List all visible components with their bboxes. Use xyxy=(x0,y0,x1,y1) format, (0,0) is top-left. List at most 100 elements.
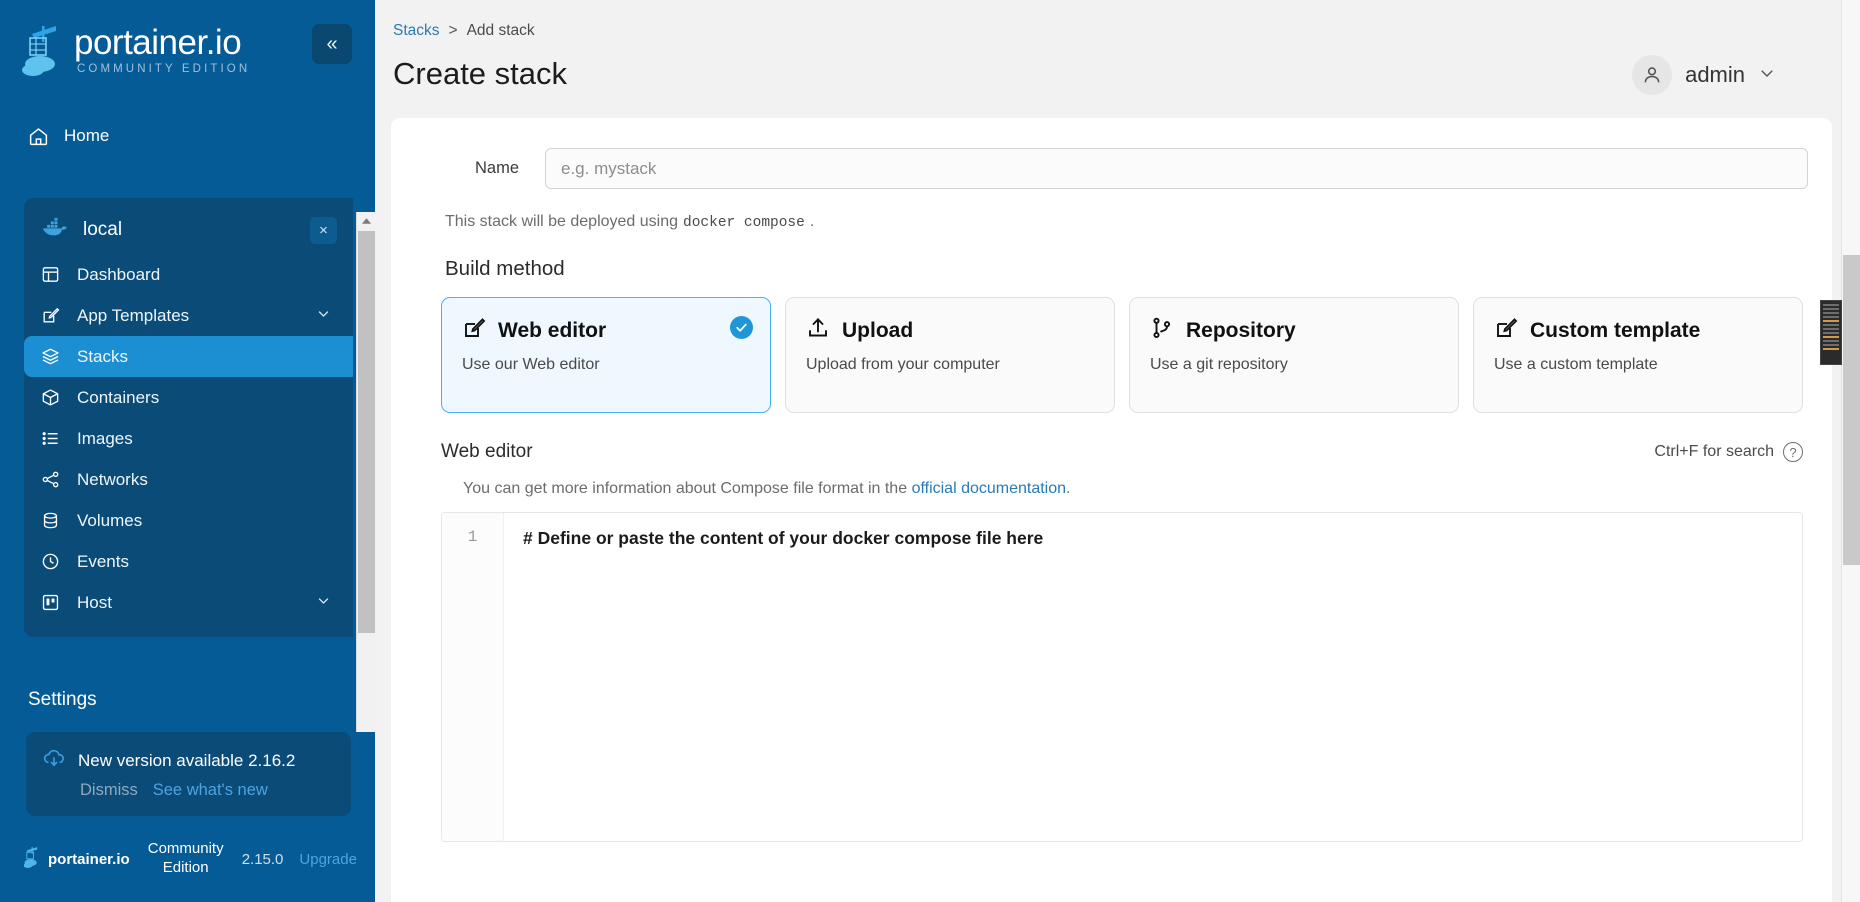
sidebar-item-label: Host xyxy=(77,593,112,613)
page-scrollbar[interactable] xyxy=(1841,0,1860,902)
sidebar-item-app-templates[interactable]: App Templates xyxy=(24,295,353,336)
note-prefix: You can get more information about Compo… xyxy=(463,480,907,497)
brand-title: portainer.io xyxy=(74,25,250,60)
sidebar-item-images[interactable]: Images xyxy=(24,418,353,459)
git-branch-icon xyxy=(1150,316,1174,345)
build-method-title: Build method xyxy=(415,257,1808,281)
version-update-card: New version available 2.16.2 Dismiss See… xyxy=(26,732,351,816)
user-avatar-icon xyxy=(1632,55,1672,95)
code-line-content: # Define or paste the content of your do… xyxy=(523,528,1802,549)
cloud-download-icon xyxy=(42,746,66,775)
selected-check-icon xyxy=(730,316,753,339)
build-method-options: Web editor Use our Web editor xyxy=(415,297,1808,413)
deploy-hint-prefix: This stack will be deployed using xyxy=(445,213,678,231)
code-editor[interactable]: 1 # Define or paste the content of your … xyxy=(441,512,1803,842)
sidebar-item-networks[interactable]: Networks xyxy=(24,459,353,500)
deploy-hint-suffix: . xyxy=(810,213,814,231)
sidebar-item-label: Volumes xyxy=(77,511,142,531)
breadcrumb: Stacks > Add stack xyxy=(393,22,567,40)
upload-icon xyxy=(806,316,830,345)
search-shortcut-hint: Ctrl+F for search xyxy=(1654,443,1774,461)
stack-name-input[interactable] xyxy=(545,148,1808,189)
sidebar-scroll-region: Home xyxy=(0,100,375,732)
build-method-description: Use a git repository xyxy=(1150,356,1438,374)
brand-header: portainer.io COMMUNITY EDITION « xyxy=(0,0,375,100)
scrollbar-up-arrow-icon[interactable] xyxy=(357,212,375,230)
build-method-upload[interactable]: Upload Upload from your computer xyxy=(785,297,1115,413)
create-stack-panel: Name This stack will be deployed using d… xyxy=(391,118,1832,902)
sidebar-collapse-button[interactable]: « xyxy=(312,24,352,64)
see-whats-new-link[interactable]: See what's new xyxy=(153,781,268,800)
sidebar-scrollbar-thumb[interactable] xyxy=(358,231,375,633)
line-number: 1 xyxy=(442,528,503,546)
sidebar-item-volumes[interactable]: Volumes xyxy=(24,500,353,541)
breadcrumb-stacks-link[interactable]: Stacks xyxy=(393,22,440,40)
environment-block: local × Dashboard xyxy=(24,198,353,637)
chevron-down-icon[interactable] xyxy=(316,306,331,326)
page-title: Create stack xyxy=(393,56,567,92)
user-menu[interactable]: admin xyxy=(1632,22,1800,112)
sidebar: portainer.io COMMUNITY EDITION « Home xyxy=(0,0,375,902)
build-method-title: Web editor xyxy=(498,319,606,343)
trello-board-icon xyxy=(41,593,73,612)
layers-icon xyxy=(41,347,73,366)
chevron-down-icon[interactable] xyxy=(1758,64,1776,87)
sidebar-item-home[interactable]: Home xyxy=(12,114,341,158)
sidebar-item-events[interactable]: Events xyxy=(24,541,353,582)
home-icon xyxy=(28,126,58,147)
code-gutter: 1 xyxy=(442,513,504,841)
cube-icon xyxy=(41,388,73,407)
environment-name: local xyxy=(83,219,122,241)
code-editor-body[interactable]: # Define or paste the content of your do… xyxy=(504,513,1802,841)
sidebar-item-label: Events xyxy=(77,552,129,572)
environment-header[interactable]: local × xyxy=(24,206,353,254)
database-icon xyxy=(41,511,73,530)
top-bar: Stacks > Add stack Create stack admin xyxy=(375,0,1860,112)
sidebar-item-label: Stacks xyxy=(77,347,128,367)
clock-icon xyxy=(41,552,73,571)
sidebar-scrollbar[interactable] xyxy=(356,212,375,732)
build-method-web-editor[interactable]: Web editor Use our Web editor xyxy=(441,297,771,413)
web-editor-section: Web editor Ctrl+F for search ? You can g… xyxy=(415,441,1808,842)
sidebar-item-host[interactable]: Host xyxy=(24,582,353,623)
sidebar-item-label: Home xyxy=(64,126,109,146)
sidebar-item-dashboard[interactable]: Dashboard xyxy=(24,254,353,295)
footer-version: 2.15.0 xyxy=(242,851,284,868)
stack-name-row: Name xyxy=(415,148,1808,189)
dashboard-icon xyxy=(41,265,73,284)
breadcrumb-separator: > xyxy=(449,22,458,40)
page-scrollbar-thumb[interactable] xyxy=(1843,255,1860,565)
footer-brand: portainer.io xyxy=(24,845,130,874)
build-method-title: Custom template xyxy=(1530,319,1700,343)
breadcrumb-current: Add stack xyxy=(467,22,535,40)
environment-close-button[interactable]: × xyxy=(310,217,337,244)
brand-subtitle: COMMUNITY EDITION xyxy=(74,64,250,76)
build-method-custom-template[interactable]: Custom template Use a custom template xyxy=(1473,297,1803,413)
build-method-repository[interactable]: Repository Use a git repository xyxy=(1129,297,1459,413)
edit-square-icon xyxy=(462,316,486,345)
build-method-description: Use our Web editor xyxy=(462,356,750,374)
network-share-icon xyxy=(41,470,73,489)
build-method-title: Upload xyxy=(842,319,913,343)
question-circle-icon[interactable]: ? xyxy=(1783,442,1803,462)
chevron-down-icon[interactable] xyxy=(316,593,331,613)
code-minimap[interactable] xyxy=(1820,300,1842,365)
sidebar-section-settings[interactable]: Settings xyxy=(0,689,353,711)
sidebar-item-label: Images xyxy=(77,429,133,449)
dismiss-update-link[interactable]: Dismiss xyxy=(80,781,138,800)
deploy-hint-code: docker compose xyxy=(683,215,805,231)
sidebar-item-containers[interactable]: Containers xyxy=(24,377,353,418)
sidebar-item-stacks[interactable]: Stacks xyxy=(24,336,353,377)
official-documentation-link[interactable]: official documentation xyxy=(912,480,1066,497)
footer-edition: Community Edition xyxy=(142,840,230,878)
update-title: New version available 2.16.2 xyxy=(78,751,295,771)
portainer-small-logo-icon xyxy=(24,845,41,874)
footer-brand-name: portainer.io xyxy=(48,851,130,868)
edit-square-icon xyxy=(41,306,73,325)
note-suffix: . xyxy=(1066,480,1070,497)
sidebar-item-label: App Templates xyxy=(77,306,189,326)
edit-square-icon xyxy=(1494,316,1518,345)
docker-whale-icon xyxy=(41,217,69,243)
footer-upgrade-link[interactable]: Upgrade xyxy=(299,851,357,868)
user-name: admin xyxy=(1685,62,1745,88)
